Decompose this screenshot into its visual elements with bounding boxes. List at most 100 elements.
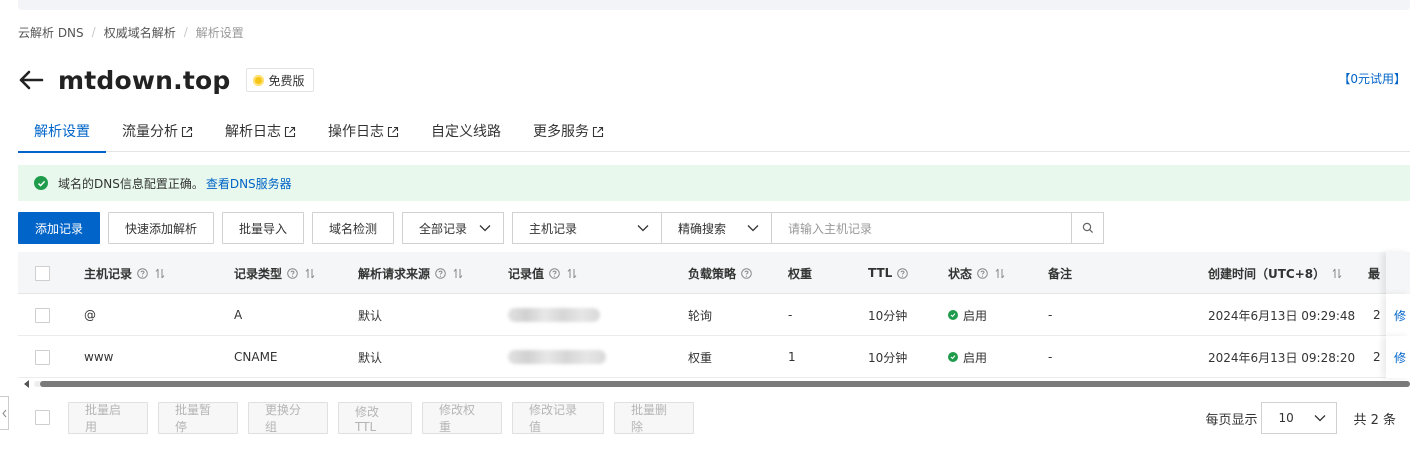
status-label: 启用: [963, 350, 988, 365]
breadcrumb-item-authority[interactable]: 权威域名解析: [104, 24, 176, 41]
page-size-label: 每页显示: [1205, 412, 1258, 428]
bulk-pause-button[interactable]: 批量暂停: [158, 402, 238, 434]
scroll-left-icon[interactable]: [24, 380, 29, 388]
record-filter-select[interactable]: 全部记录: [402, 212, 504, 244]
tab-resolution-logs[interactable]: 解析日志: [209, 112, 312, 152]
column-label: 记录类型: [234, 266, 283, 281]
column-weight: 权重: [788, 252, 812, 294]
edit-link-partial[interactable]: 修: [1394, 294, 1406, 336]
footer-select-all-checkbox[interactable]: [35, 410, 50, 425]
back-arrow-icon[interactable]: [18, 69, 44, 91]
breadcrumb-item-current: 解析设置: [195, 25, 244, 40]
quick-add-button[interactable]: 快速添加解析: [108, 212, 214, 244]
tab-more-services[interactable]: 更多服务: [517, 112, 620, 152]
bulk-actions: 批量启用 批量暂停 更换分组 修改TTL 修改权重 修改记录值 批量删除: [68, 402, 704, 434]
column-created[interactable]: 创建时间（UTC+8）: [1208, 252, 1342, 294]
domain-check-button[interactable]: 域名检测: [312, 212, 394, 244]
tab-operation-logs[interactable]: 操作日志: [312, 112, 415, 152]
page-size-select[interactable]: 10: [1261, 402, 1338, 434]
search-mode-select[interactable]: 精确搜索: [662, 212, 772, 244]
column-label: 负载策略: [688, 266, 737, 281]
edit-link-partial[interactable]: 修: [1394, 336, 1406, 378]
cell-policy: 权重: [688, 350, 713, 365]
cell-host: www: [84, 350, 114, 364]
tab-bar: 解析设置 流量分析 解析日志 操作日志 自定义线路 更多服务: [18, 112, 1410, 153]
tab-custom-lines[interactable]: 自定义线路: [415, 112, 517, 152]
sticky-action-column: [1386, 252, 1410, 294]
column-label: 权重: [788, 266, 813, 281]
external-link-icon: [284, 126, 296, 138]
pagination: 每页显示 10 共 2 条: [1205, 402, 1396, 434]
status-label: 启用: [963, 308, 988, 323]
view-dns-servers-link[interactable]: 查看DNS服务器: [206, 175, 292, 192]
table-row[interactable]: www CNAME 默认 权重 1 10分钟 启用 - 2024年6月13日 0…: [18, 336, 1410, 378]
help-icon[interactable]: [741, 267, 752, 279]
search-field-select[interactable]: 主机记录: [512, 212, 662, 244]
cell-remark: -: [1048, 350, 1053, 364]
bulk-enable-button[interactable]: 批量启用: [68, 402, 148, 434]
cell-created: 2024年6月13日 09:29:48: [1208, 308, 1356, 323]
change-group-button[interactable]: 更换分组: [248, 402, 328, 434]
help-icon[interactable]: [977, 267, 988, 279]
help-icon[interactable]: [897, 267, 909, 279]
sort-icon[interactable]: [1332, 268, 1342, 279]
external-link-icon: [592, 126, 604, 138]
page-title: mtdown.top: [58, 65, 231, 95]
help-icon[interactable]: [137, 267, 148, 279]
sort-icon[interactable]: [453, 268, 463, 279]
column-label: 记录值: [508, 266, 545, 281]
batch-import-button[interactable]: 批量导入: [222, 212, 304, 244]
column-type[interactable]: 记录类型: [234, 252, 315, 294]
column-ttl: TTL: [868, 252, 909, 294]
column-policy: 负载策略: [688, 252, 752, 294]
column-status[interactable]: 状态: [948, 252, 1005, 294]
tab-traffic-analysis[interactable]: 流量分析: [106, 112, 209, 152]
total-count: 共 2 条: [1353, 412, 1396, 428]
help-icon[interactable]: [549, 267, 560, 279]
tab-resolution-settings[interactable]: 解析设置: [18, 112, 106, 153]
cell-updated-partial: 2: [1373, 350, 1381, 364]
external-link-icon: [387, 126, 399, 138]
sort-icon[interactable]: [305, 268, 315, 279]
row-checkbox[interactable]: [35, 307, 50, 323]
cell-weight: -: [788, 308, 793, 322]
row-checkbox[interactable]: [35, 349, 50, 365]
column-line[interactable]: 解析请求来源: [358, 252, 463, 294]
redacted-record-value: [508, 350, 606, 364]
column-value[interactable]: 记录值: [508, 252, 577, 294]
trial-link[interactable]: 【0元试用】: [1338, 70, 1406, 87]
modify-weight-button[interactable]: 修改权重: [422, 402, 502, 434]
scrollbar-thumb[interactable]: [40, 381, 1410, 387]
sort-icon[interactable]: [995, 268, 1005, 279]
tab-label: 解析设置: [34, 124, 90, 140]
sort-icon[interactable]: [155, 268, 165, 279]
chevron-down-icon: [747, 225, 759, 232]
tab-label: 自定义线路: [431, 124, 501, 140]
modify-value-button[interactable]: 修改记录值: [512, 402, 604, 434]
column-label: 主机记录: [84, 266, 133, 281]
breadcrumb-item-dns[interactable]: 云解析 DNS: [18, 24, 84, 41]
sticky-action-column: 修: [1386, 336, 1410, 378]
column-remark: 备注: [1048, 252, 1072, 294]
help-icon[interactable]: [287, 267, 298, 279]
bulk-delete-button[interactable]: 批量删除: [614, 402, 694, 434]
cell-line: 默认: [358, 308, 383, 323]
sort-icon[interactable]: [567, 268, 577, 279]
search-icon: [1082, 222, 1093, 234]
breadcrumb-separator: /: [91, 25, 96, 39]
column-host[interactable]: 主机记录: [84, 252, 165, 294]
select-all-checkbox[interactable]: [35, 265, 50, 281]
cell-created: 2024年6月13日 09:28:20: [1208, 350, 1356, 365]
host-search-input[interactable]: 请输入主机记录: [772, 212, 1072, 244]
side-collapse-handle[interactable]: [0, 396, 9, 430]
help-icon[interactable]: [435, 267, 446, 279]
column-label: TTL: [868, 266, 893, 280]
cell-line: 默认: [358, 350, 383, 365]
dns-records-table: 主机记录 记录类型 解析请求来源 记录值 负载策略 权重 TTL 状态 备注 创…: [18, 252, 1410, 378]
table-row[interactable]: @ A 默认 轮询 - 10分钟 启用 - 2024年6月13日 09:29:4…: [18, 294, 1410, 336]
cell-type: CNAME: [234, 350, 278, 364]
horizontal-scrollbar[interactable]: [22, 378, 1410, 390]
add-record-button[interactable]: 添加记录: [18, 212, 100, 244]
modify-ttl-button[interactable]: 修改TTL: [338, 402, 412, 434]
search-button[interactable]: [1072, 212, 1104, 244]
